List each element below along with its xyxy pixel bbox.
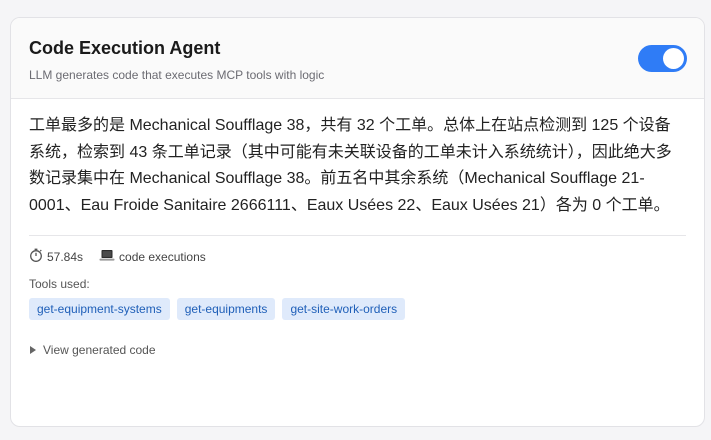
laptop-icon — [99, 249, 115, 266]
agent-card: Code Execution Agent LLM generates code … — [10, 17, 705, 427]
divider — [29, 235, 686, 236]
view-code-label: View generated code — [43, 343, 156, 357]
disclosure-triangle-icon — [30, 346, 36, 354]
tool-chips: get-equipment-systems get-equipments get… — [29, 298, 686, 320]
executions-label: code executions — [119, 250, 206, 264]
view-code-toggle[interactable]: View generated code — [29, 342, 686, 358]
answer-text: 工单最多的是 Mechanical Soufflage 38，共有 32 个工单… — [29, 117, 672, 214]
tool-chip-get-equipment-systems[interactable]: get-equipment-systems — [29, 298, 170, 320]
executions-item: code executions — [99, 249, 206, 266]
toggle-knob — [663, 48, 684, 69]
card-subtitle: LLM generates code that executes MCP too… — [29, 68, 325, 82]
card-body: 工单最多的是 Mechanical Soufflage 38，共有 32 个工单… — [11, 99, 704, 358]
execution-meta: 57.84s code executions — [29, 248, 686, 266]
duration-value: 57.84s — [47, 250, 84, 264]
agent-toggle[interactable] — [638, 45, 687, 72]
tools-used-label: Tools used: — [29, 277, 90, 291]
tool-chip-get-site-work-orders[interactable]: get-site-work-orders — [282, 298, 406, 320]
tool-chip-get-equipments[interactable]: get-equipments — [176, 298, 276, 320]
stopwatch-icon — [29, 248, 43, 266]
card-header: Code Execution Agent LLM generates code … — [11, 18, 704, 99]
duration-item: 57.84s — [29, 248, 83, 266]
card-title: Code Execution Agent — [29, 38, 221, 58]
